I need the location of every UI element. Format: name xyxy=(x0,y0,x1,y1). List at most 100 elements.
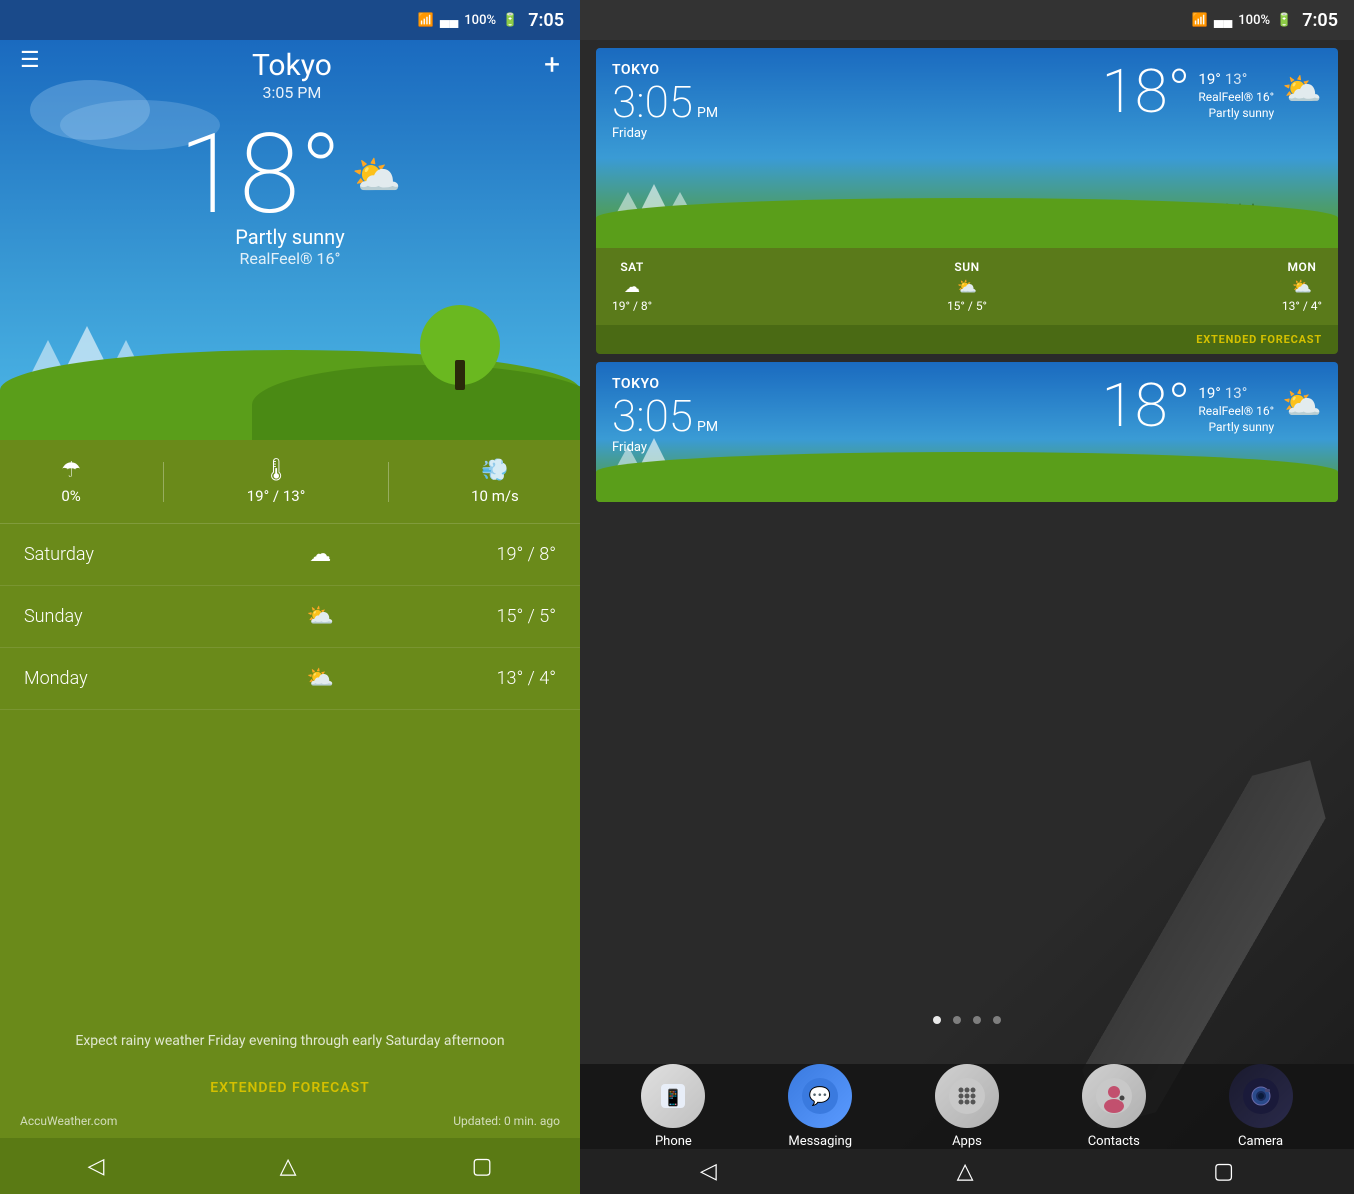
widget-high: 19° xyxy=(1198,70,1220,88)
contacts-icon xyxy=(1082,1064,1146,1128)
widget-extended-forecast-label[interactable]: EXTENDED FORECAST xyxy=(596,325,1338,354)
updated-text: Updated: 0 min. ago xyxy=(453,1114,560,1128)
realfeel-text: RealFeel® 16° xyxy=(0,249,580,268)
status-bar-left: 📶 ▄▄ 100% 🔋 7:05 xyxy=(0,0,580,40)
dock-item-messaging[interactable]: 💬 Messaging xyxy=(788,1064,852,1149)
forecast-icon-1: ☁ xyxy=(144,542,497,567)
widgets-area: TOKYO 3:05 PM Friday 18° 19° 13° RealFe xyxy=(580,40,1354,510)
page-dot-1 xyxy=(933,1016,941,1024)
homescreen: 📱 Phone 💬 Messaging xyxy=(580,510,1354,1194)
phone-label: Phone xyxy=(655,1134,692,1149)
left-panel: 📶 ▄▄ 100% 🔋 7:05 ☰ Tokyo 3:05 PM + 18° ⛅… xyxy=(0,0,580,1194)
messaging-icon: 💬 xyxy=(788,1064,852,1128)
stat-divider-2 xyxy=(388,462,389,502)
dock-item-apps[interactable]: Apps xyxy=(935,1064,999,1149)
dock-item-phone[interactable]: 📱 Phone xyxy=(641,1064,705,1149)
forecast-temp-2: 15° / 5° xyxy=(497,606,556,627)
right-back-button[interactable]: ◁ xyxy=(700,1159,717,1184)
landscape-illustration xyxy=(0,310,580,440)
widget-small-realfeel: RealFeel® 16° xyxy=(1198,404,1274,418)
wf-day-1: SAT xyxy=(612,260,652,274)
rain-icon: ☂ xyxy=(61,458,81,483)
page-dot-2 xyxy=(953,1016,961,1024)
forecast-day-3: Monday xyxy=(24,668,144,689)
forecast-list: Saturday ☁ 19° / 8° Sunday ⛅ 15° / 5° Mo… xyxy=(0,524,580,1010)
time-display-right: 7:05 xyxy=(1302,10,1338,31)
right-home-button[interactable]: △ xyxy=(957,1159,974,1184)
weather-widget-small[interactable]: TOKYO 3:05 PM Friday 18° 19° 13° RealFe xyxy=(596,362,1338,502)
page-dot-4 xyxy=(993,1016,1001,1024)
weather-description: Partly sunny RealFeel® 16° xyxy=(0,225,580,268)
dock-item-contacts[interactable]: Contacts xyxy=(1082,1064,1146,1149)
right-recents-button[interactable]: ▢ xyxy=(1213,1159,1234,1184)
forecast-row-monday: Monday ⛅ 13° / 4° xyxy=(0,648,580,710)
weather-bottom-section: ☂ 0% 🌡 19° / 13° 💨 10 m/s Saturday ☁ 19°… xyxy=(0,440,580,1194)
page-dot-3 xyxy=(973,1016,981,1024)
widget-day: Friday xyxy=(612,126,718,141)
add-city-icon[interactable]: + xyxy=(544,48,560,81)
wf-icon-1: ☁ xyxy=(612,277,652,296)
home-button[interactable]: △ xyxy=(280,1154,297,1179)
widget-small-time: 3:05 xyxy=(612,394,693,438)
signal-icon: ▄▄ xyxy=(440,12,458,28)
weather-stats-row: ☂ 0% 🌡 19° / 13° 💨 10 m/s xyxy=(0,440,580,524)
dock-item-camera[interactable]: Camera xyxy=(1229,1064,1293,1149)
widget-forecast-mon: MON ⛅ 13° / 4° xyxy=(1282,260,1322,313)
accuweather-bar: AccuWeather.com Updated: 0 min. ago xyxy=(0,1104,580,1138)
temp-stat: 🌡 19° / 13° xyxy=(247,458,306,505)
accuweather-logo: AccuWeather.com xyxy=(20,1114,117,1128)
weather-alert-text: Expect rainy weather Friday evening thro… xyxy=(0,1010,580,1072)
forecast-icon-3: ⛅ xyxy=(144,666,497,691)
wind-value: 10 m/s xyxy=(471,487,519,505)
widget-small-ampm: PM xyxy=(697,419,718,435)
signal-icon-right: ▄▄ xyxy=(1214,12,1232,28)
camera-icon xyxy=(1229,1064,1293,1128)
wf-icon-3: ⛅ xyxy=(1282,277,1322,296)
apps-label: Apps xyxy=(952,1134,982,1149)
wind-icon: 💨 xyxy=(481,458,508,483)
battery-text-right: 100% xyxy=(1238,13,1270,28)
forecast-temp-3: 13° / 4° xyxy=(497,668,556,689)
widget-condition: Partly sunny xyxy=(1198,106,1274,120)
city-name: Tokyo xyxy=(252,48,332,83)
dock-icons-row: 📱 Phone 💬 Messaging xyxy=(580,1064,1354,1149)
widget-small-low: 13° xyxy=(1225,384,1247,402)
right-panel: 📶 ▄▄ 100% 🔋 7:05 TOKYO 3:05 PM Friday 18… xyxy=(580,0,1354,1194)
widget-top-area: TOKYO 3:05 PM Friday 18° 19° 13° RealFe xyxy=(596,48,1338,248)
wind-stat: 💨 10 m/s xyxy=(471,458,519,505)
widget-low: 13° xyxy=(1225,70,1247,88)
phone-icon: 📱 xyxy=(641,1064,705,1128)
green-hill-2 xyxy=(252,365,580,440)
current-time: 3:05 PM xyxy=(252,83,332,102)
page-indicator xyxy=(580,1016,1354,1024)
wf-day-3: MON xyxy=(1282,260,1322,274)
stat-divider-1 xyxy=(163,462,164,502)
forecast-row-saturday: Saturday ☁ 19° / 8° xyxy=(0,524,580,586)
back-button[interactable]: ◁ xyxy=(88,1154,105,1179)
weather-condition-icon: ⛅ xyxy=(352,152,402,199)
camera-label: Camera xyxy=(1238,1134,1283,1149)
extended-forecast-button[interactable]: EXTENDED FORECAST xyxy=(0,1072,580,1104)
widget-forecast-bar: SAT ☁ 19° / 8° SUN ⛅ 15° / 5° MON ⛅ 13° … xyxy=(596,248,1338,325)
forecast-day-2: Sunday xyxy=(24,606,144,627)
apps-icon xyxy=(935,1064,999,1128)
widget-temperature: 18° xyxy=(1102,62,1191,122)
wf-icon-2: ⛅ xyxy=(947,277,987,296)
forecast-icon-2: ⛅ xyxy=(144,604,497,629)
battery-icon-right: 🔋 xyxy=(1276,13,1292,28)
recents-button[interactable]: ▢ xyxy=(472,1154,493,1179)
weather-widget-large[interactable]: TOKYO 3:05 PM Friday 18° 19° 13° RealFe xyxy=(596,48,1338,354)
city-info: Tokyo 3:05 PM xyxy=(252,48,332,102)
wf-temps-3: 13° / 4° xyxy=(1282,299,1322,313)
wf-temps-1: 19° / 8° xyxy=(612,299,652,313)
svg-text:💬: 💬 xyxy=(809,1085,831,1107)
widget-time: 3:05 xyxy=(612,80,693,124)
time-display: 7:05 xyxy=(528,10,564,31)
thermometer-icon: 🌡 xyxy=(262,458,290,483)
battery-icon: 🔋 xyxy=(502,13,518,28)
menu-icon[interactable]: ☰ xyxy=(20,48,40,73)
rain-value: 0% xyxy=(61,487,80,505)
widget-left-info: TOKYO 3:05 PM Friday xyxy=(596,48,734,248)
widget-small-top: TOKYO 3:05 PM Friday 18° 19° 13° RealFe xyxy=(596,362,1338,502)
widget-temp-details: 19° 13° RealFeel® 16° Partly sunny xyxy=(1198,62,1274,120)
